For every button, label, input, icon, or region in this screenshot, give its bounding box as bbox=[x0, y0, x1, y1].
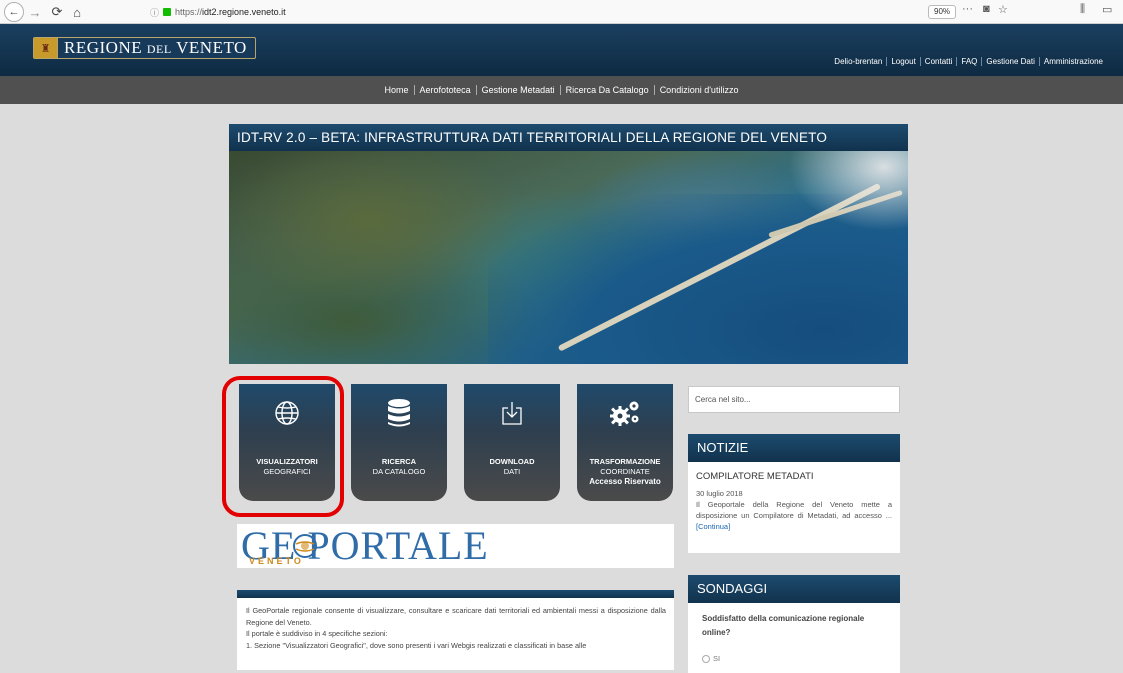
main-nav: Home Aerofototeca Gestione Metadati Rice… bbox=[0, 76, 1123, 104]
pocket-icon[interactable]: ◙ bbox=[983, 3, 990, 15]
poll-panel: Soddisfatto della comunicazione regional… bbox=[688, 603, 900, 673]
logo-word-veneto: VENETO bbox=[176, 38, 247, 57]
user-link-faq[interactable]: FAQ bbox=[956, 57, 981, 66]
user-links: Delio-brentan Logout Contatti FAQ Gestio… bbox=[830, 57, 1107, 66]
geoportale-logo-sub: VENETO bbox=[249, 556, 304, 566]
home-button[interactable]: ⌂ bbox=[70, 2, 84, 22]
lock-icon bbox=[163, 8, 172, 16]
news-item-text: Il Geoportale della Regione del Veneto m… bbox=[696, 500, 892, 520]
user-link-gestione-dati[interactable]: Gestione Dati bbox=[981, 57, 1038, 66]
lion-crest-icon: ♜ bbox=[34, 38, 58, 58]
site-header: ♜ REGIONE DEL VENETO Delio-brentan Logou… bbox=[0, 24, 1123, 76]
bookmark-star-icon[interactable]: ☆ bbox=[998, 3, 1008, 16]
user-link-username[interactable]: Delio-brentan bbox=[830, 57, 886, 66]
regione-veneto-logo[interactable]: ♜ REGIONE DEL VENETO bbox=[33, 37, 256, 59]
tile-label-line2: DA CATALOGO bbox=[372, 467, 426, 476]
tile-ricerca-catalogo[interactable]: RICERCA DA CATALOGO bbox=[351, 384, 447, 501]
news-panel-title: NOTIZIE bbox=[688, 434, 900, 462]
forward-button[interactable]: → bbox=[28, 2, 42, 22]
database-icon bbox=[351, 398, 447, 428]
library-icon[interactable]: ⫼ bbox=[1080, 3, 1085, 16]
user-link-amministrazione[interactable]: Amministrazione bbox=[1038, 57, 1107, 66]
nav-item-home[interactable]: Home bbox=[380, 85, 414, 95]
user-link-logout[interactable]: Logout bbox=[886, 57, 919, 66]
gears-icon bbox=[577, 398, 673, 428]
logo-word-del: DEL bbox=[146, 42, 172, 56]
tile-download-dati[interactable]: DOWNLOAD DATI bbox=[464, 384, 560, 501]
tile-label-line2: COORDINATE bbox=[600, 467, 650, 476]
description-box: Il GeoPortale regionale consente di visu… bbox=[237, 590, 674, 670]
poll-option-si[interactable]: SI bbox=[702, 654, 886, 663]
reload-button[interactable]: ⟳ bbox=[50, 2, 64, 22]
url-host: idt2.regione.veneto.it bbox=[202, 7, 286, 17]
sidebar-icon[interactable]: ▭ bbox=[1102, 3, 1112, 16]
news-item-title[interactable]: COMPILATORE METADATI bbox=[696, 471, 892, 482]
red-highlight-annotation bbox=[222, 376, 344, 517]
satellite-image bbox=[229, 151, 908, 364]
banner: IDT-RV 2.0 – BETA: INFRASTRUTTURA DATI T… bbox=[229, 124, 908, 364]
back-button[interactable]: ← bbox=[4, 2, 24, 22]
tile-label-line2: DATI bbox=[503, 467, 521, 476]
tile-label-line1: DOWNLOAD bbox=[489, 457, 535, 466]
news-item-date: 30 luglio 2018 bbox=[696, 489, 743, 498]
banner-title: IDT-RV 2.0 – BETA: INFRASTRUTTURA DATI T… bbox=[229, 124, 908, 151]
tile-label-line1: RICERCA bbox=[381, 457, 417, 466]
radio-button[interactable] bbox=[702, 654, 710, 663]
nav-item-ricerca-catalogo[interactable]: Ricerca Da Catalogo bbox=[559, 85, 654, 95]
description-line: 1. Sezione "Visualizzatori Geografici", … bbox=[246, 640, 587, 650]
zoom-indicator[interactable]: 90% bbox=[928, 5, 957, 19]
nav-item-aerofototeca[interactable]: Aerofototeca bbox=[413, 85, 476, 95]
description-line: Il portale è suddiviso in 4 specifiche s… bbox=[246, 629, 388, 638]
user-link-contatti[interactable]: Contatti bbox=[919, 57, 957, 66]
download-icon bbox=[464, 398, 560, 428]
news-continue-link[interactable]: [Continua] bbox=[696, 522, 730, 531]
nav-item-condizioni[interactable]: Condizioni d'utilizzo bbox=[653, 85, 744, 95]
description-line: Il GeoPortale regionale consente di visu… bbox=[246, 606, 666, 627]
site-search-input[interactable]: Cerca nel sito... bbox=[688, 386, 900, 413]
nav-item-gestione-metadati[interactable]: Gestione Metadati bbox=[475, 85, 560, 95]
logo-word-regione: REGIONE bbox=[64, 38, 143, 57]
poll-question: Soddisfatto della comunicazione regional… bbox=[702, 614, 865, 637]
tile-label-line3: Accesso Riservato bbox=[589, 477, 661, 486]
poll-option-label: SI bbox=[713, 654, 721, 663]
tile-label-line1: TRASFORMAZIONE bbox=[589, 457, 661, 466]
tile-trasformazione-coordinate[interactable]: TRASFORMAZIONE COORDINATE Accesso Riserv… bbox=[577, 384, 673, 501]
site-info-icon[interactable]: ⓘ bbox=[150, 6, 159, 19]
page-actions-icon[interactable]: ··· bbox=[962, 3, 973, 15]
geoportale-logo: GE PORTALE VENETO bbox=[237, 524, 674, 568]
url-prefix: https:// bbox=[175, 7, 203, 17]
poll-panel-title: SONDAGGI bbox=[688, 575, 900, 603]
browser-toolbar: ← → ⟳ ⌂ ⓘ https:// idt2.regione.veneto.i… bbox=[0, 0, 1123, 24]
url-bar[interactable]: ⓘ https:// idt2.regione.veneto.it bbox=[150, 2, 910, 22]
news-panel: COMPILATORE METADATI 30 luglio 2018 Il G… bbox=[688, 462, 900, 553]
